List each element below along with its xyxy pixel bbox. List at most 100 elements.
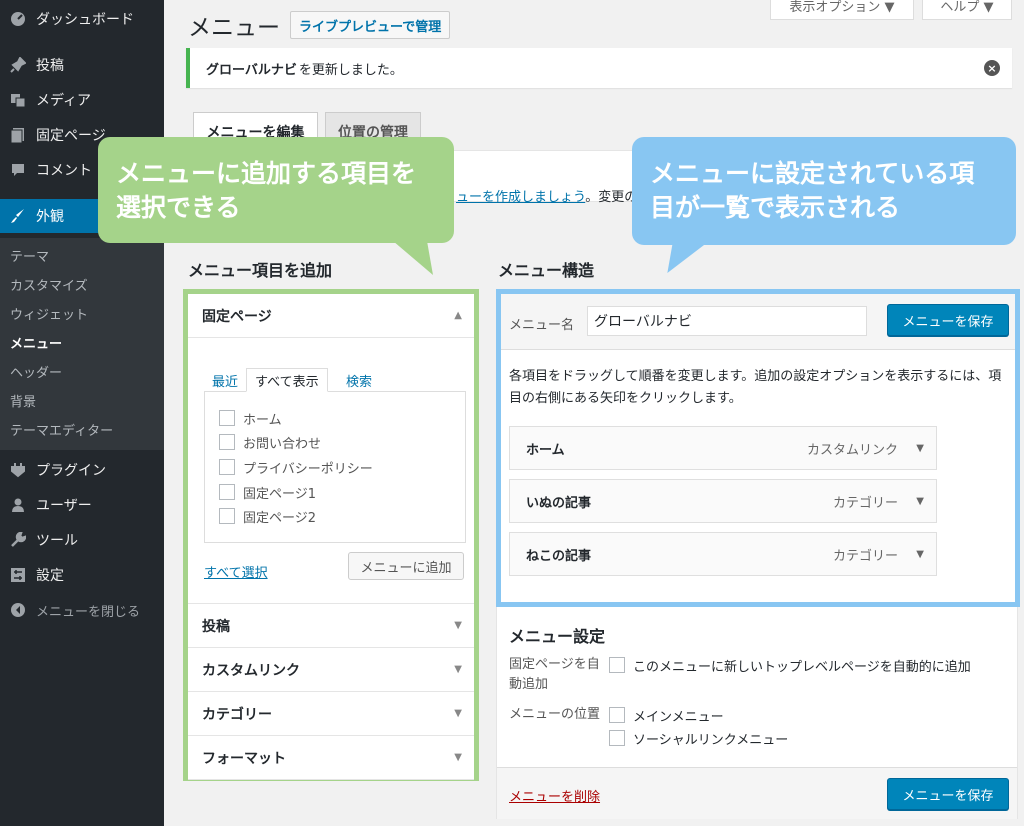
accordion-categories-title: カテゴリー	[202, 706, 272, 723]
sidebar-label-tools: ツール	[36, 533, 78, 549]
sidebar-label-comments: コメント	[36, 163, 92, 179]
screen-options-button[interactable]: 表示オプション ▼	[770, 0, 914, 20]
sidebar-item-dashboard[interactable]: ダッシュボード	[0, 2, 164, 36]
triangle-down-icon: ▼	[454, 620, 462, 631]
callout-add-items-tail	[393, 241, 433, 275]
menu-item-type: カスタムリンク	[806, 442, 898, 458]
accordion-categories[interactable]: カテゴリー ▼	[188, 692, 474, 736]
save-menu-button-bottom[interactable]: メニューを保存	[887, 778, 1009, 810]
auto-add-option[interactable]: このメニューに新しいトップレベルページを自動的に追加	[609, 655, 971, 675]
submenu-item-background[interactable]: 背景	[10, 389, 36, 411]
checkbox[interactable]	[609, 657, 625, 673]
callout-menu-structure-tail	[667, 243, 707, 273]
submenu-item-themes[interactable]: テーマ	[10, 244, 49, 266]
location-social-option[interactable]: ソーシャルリンクメニュー	[609, 728, 788, 748]
add-items-heading: メニュー項目を追加	[188, 261, 333, 280]
triangle-down-icon[interactable]: ▼	[916, 549, 924, 560]
pages-panel-body: 最近 すべて表示 検索 ホーム お問い合わせ プライバシーポリシー 固定ページ1…	[188, 338, 474, 604]
checkbox[interactable]	[219, 484, 235, 500]
appearance-submenu: テーマ カスタマイズ ウィジェット メニュー ヘッダー 背景 テーマエディター	[0, 238, 164, 450]
sidebar-item-media[interactable]: メディア	[0, 83, 164, 117]
submenu-item-menus[interactable]: メニュー	[10, 331, 62, 353]
pin-icon	[0, 57, 36, 73]
auto-add-label: 固定ページを自動追加	[509, 657, 600, 692]
sidebar-item-posts[interactable]: 投稿	[0, 48, 164, 82]
location-main-option[interactable]: メインメニュー	[609, 705, 724, 725]
save-menu-button-top[interactable]: メニューを保存	[887, 304, 1009, 336]
user-icon	[0, 497, 36, 513]
auto-add-option-label: このメニューに新しいトップレベルページを自動的に追加	[633, 659, 971, 675]
list-item[interactable]: 固定ページ2	[219, 506, 316, 526]
callout-add-items: メニューに追加する項目を選択できる	[98, 137, 454, 243]
submenu-item-customize[interactable]: カスタマイズ	[10, 273, 88, 295]
submenu-item-theme-editor[interactable]: テーマエディター	[10, 418, 113, 440]
menu-item-title: ホーム	[526, 442, 565, 458]
menu-item-title: いぬの記事	[526, 495, 592, 511]
checkbox[interactable]	[219, 434, 235, 450]
checkbox[interactable]	[609, 707, 625, 723]
sidebar-item-tools[interactable]: ツール	[0, 523, 164, 557]
sidebar-label-settings: 設定	[36, 568, 64, 584]
accordion-posts[interactable]: 投稿 ▼	[188, 604, 474, 648]
select-all-link[interactable]: すべて選択	[204, 562, 268, 581]
list-item[interactable]: お問い合わせ	[219, 432, 321, 452]
triangle-down-icon[interactable]: ▼	[916, 443, 924, 454]
accordion-custom-links[interactable]: カスタムリンク ▼	[188, 648, 474, 692]
plugin-icon	[0, 462, 36, 478]
menu-item-type: カテゴリー	[832, 495, 898, 511]
menu-location-label: メニューの位置	[509, 707, 601, 722]
triangle-down-icon: ▼	[454, 664, 462, 675]
menu-structure-panel: メニュー名 グローバルナビ メニューを保存 各項目をドラッグして順番を変更します…	[496, 289, 1020, 607]
live-preview-button[interactable]: ライブプレビューで管理	[290, 11, 451, 39]
add-to-menu-button[interactable]: メニューに追加	[348, 552, 464, 580]
list-item[interactable]: ホーム	[219, 408, 282, 428]
accordion-formats[interactable]: フォーマット ▼	[188, 736, 474, 780]
admin-sidebar: ダッシュボード 投稿 メディア 固定ページ コメント 外観 テーマ カスタマイズ…	[0, 0, 164, 826]
sidebar-item-plugins[interactable]: プラグイン	[0, 453, 164, 487]
sidebar-label-plugins: プラグイン	[36, 463, 106, 479]
list-item[interactable]: 固定ページ1	[219, 482, 316, 502]
menu-settings-panel: メニュー設定 固定ページを自動追加 このメニューに新しいトップレベルページを自動…	[496, 607, 1018, 819]
menu-item-type: カテゴリー	[832, 548, 898, 564]
checkbox[interactable]	[219, 508, 235, 524]
close-icon[interactable]: ×	[984, 60, 1000, 76]
delete-menu-link[interactable]: メニューを削除	[509, 786, 600, 805]
menu-item[interactable]: ねこの記事 カテゴリー ▼	[509, 532, 937, 576]
notice-menu-name: グローバルナビ	[206, 62, 297, 78]
menu-name-label: メニュー名	[509, 318, 575, 333]
list-item[interactable]: プライバシーポリシー	[219, 457, 373, 477]
sidebar-item-settings[interactable]: 設定	[0, 558, 164, 592]
menu-instructions: 各項目をドラッグして順番を変更します。追加の設定オプションを表示するには、項目の…	[509, 369, 1002, 406]
menu-item-title: ねこの記事	[526, 548, 592, 564]
page-label: ホーム	[243, 412, 282, 428]
menu-name-input[interactable]: グローバルナビ	[587, 306, 867, 336]
page-label: 固定ページ1	[243, 486, 317, 502]
manage-menus-rest: 。変更の	[585, 190, 638, 205]
subtab-search[interactable]: 検索	[338, 368, 380, 392]
accordion-pages[interactable]: 固定ページ ▲	[188, 294, 474, 338]
subtab-view-all[interactable]: すべて表示	[246, 368, 328, 392]
sidebar-label-appearance: 外観	[36, 209, 64, 225]
comment-icon	[0, 162, 36, 178]
triangle-down-icon[interactable]: ▼	[916, 496, 924, 507]
subtab-recent[interactable]: 最近	[204, 368, 246, 392]
submenu-item-header[interactable]: ヘッダー	[10, 360, 62, 382]
update-notice: グローバルナビ を更新しました。 ×	[186, 48, 1012, 88]
collapse-menu-button[interactable]: メニューを閉じる	[0, 593, 164, 627]
checkbox[interactable]	[609, 730, 625, 746]
create-menu-link[interactable]: ューを作成しましょう	[456, 190, 585, 205]
manage-menus-text: ューを作成しましょう。変更の	[456, 186, 637, 205]
sidebar-label-users: ユーザー	[36, 498, 92, 514]
sidebar-item-users[interactable]: ユーザー	[0, 488, 164, 522]
menu-name-bar: メニュー名 グローバルナビ メニューを保存	[501, 294, 1015, 350]
submenu-item-widgets[interactable]: ウィジェット	[10, 302, 88, 324]
menu-structure-heading: メニュー構造	[498, 261, 595, 280]
checkbox[interactable]	[219, 459, 235, 475]
menu-settings-heading: メニュー設定	[509, 627, 606, 646]
menu-item[interactable]: いぬの記事 カテゴリー ▼	[509, 479, 937, 523]
menu-settings-footer: メニューを削除 メニューを保存	[497, 767, 1017, 819]
checkbox[interactable]	[219, 410, 235, 426]
sidebar-label-posts: 投稿	[36, 58, 64, 74]
help-button[interactable]: ヘルプ ▼	[922, 0, 1012, 20]
menu-item[interactable]: ホーム カスタムリンク ▼	[509, 426, 937, 470]
